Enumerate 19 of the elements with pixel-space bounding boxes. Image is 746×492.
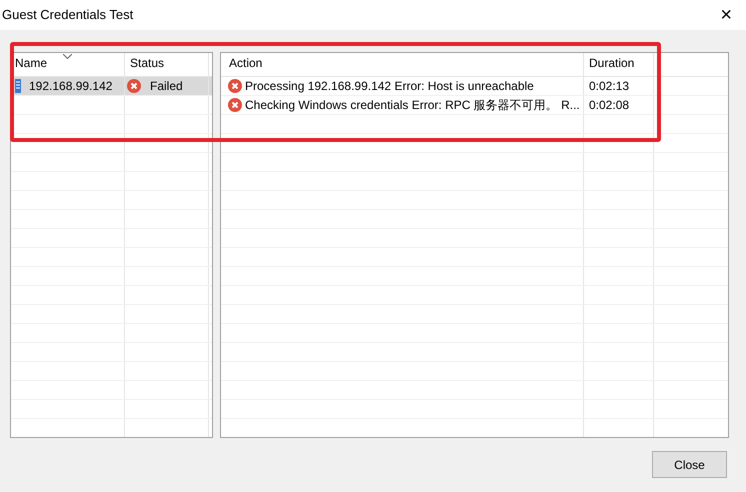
duration-text: 0:02:13 xyxy=(589,78,630,95)
error-icon xyxy=(228,98,242,112)
error-icon xyxy=(228,79,242,93)
sort-caret-icon xyxy=(63,54,72,59)
column-header[interactable]: Action xyxy=(221,53,584,76)
column-header[interactable]: Status xyxy=(125,53,209,76)
error-icon xyxy=(127,79,141,93)
server-icon xyxy=(15,79,21,93)
action-text: Checking Windows credentials Error: RPC 服务器不可用。 R... xyxy=(245,97,580,114)
host-row[interactable]: 192.168.99.142 Failed xyxy=(11,77,212,96)
duration-text: 0:02:08 xyxy=(589,97,630,114)
window-title: Guest Credentials Test xyxy=(2,6,134,24)
action-text: Processing 192.168.99.142 Error: Host is unreachable xyxy=(245,78,534,95)
column-header[interactable]: Name xyxy=(11,53,125,76)
close-button[interactable]: × xyxy=(716,5,736,25)
status-text: Failed xyxy=(150,78,183,95)
close-button[interactable]: Close xyxy=(652,451,727,478)
host-name: 192.168.99.142 xyxy=(29,78,112,95)
column-header[interactable]: Duration xyxy=(584,53,654,76)
